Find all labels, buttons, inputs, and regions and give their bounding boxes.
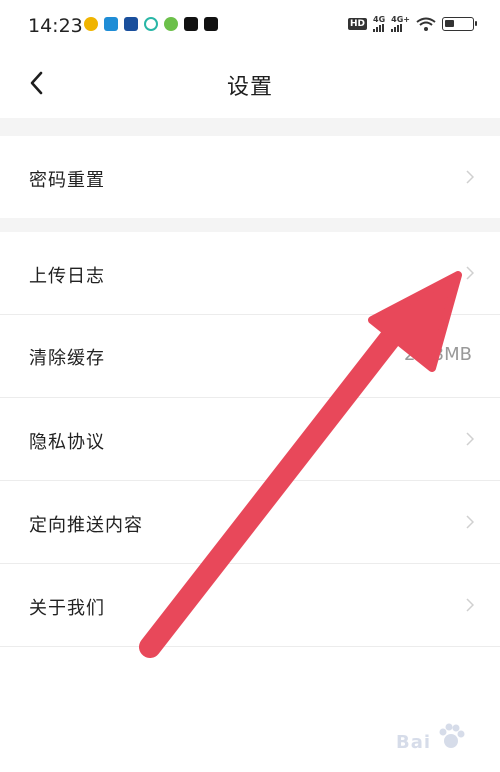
wifi-icon xyxy=(416,17,436,31)
page-title: 设置 xyxy=(226,75,273,100)
chevron-right-icon xyxy=(466,432,474,446)
settings-row-label: 关于我们 xyxy=(29,598,105,619)
chevron-right-icon xyxy=(466,170,474,184)
battery-icon xyxy=(442,17,477,31)
app-icon-blue xyxy=(104,17,118,31)
cache-size-value: 2.03MB xyxy=(404,344,472,365)
signal-4g-label: 4G xyxy=(373,15,386,24)
settings-row-about-us[interactable]: 关于我们 xyxy=(0,564,500,646)
settings-row-clear-cache[interactable]: 清除缓存 2.03MB xyxy=(0,315,500,397)
settings-row-targeted-push[interactable]: 定向推送内容 xyxy=(0,481,500,563)
page-header: 设置 xyxy=(0,52,500,118)
row-divider xyxy=(0,646,500,647)
signal-4gplus-label: 4G+ xyxy=(391,15,410,24)
tiktok-icon xyxy=(204,17,218,31)
baidu-watermark: Bai xyxy=(396,718,474,754)
game-icon xyxy=(164,17,178,31)
settings-row-upload-log[interactable]: 上传日志 xyxy=(0,232,500,314)
settings-row-privacy-policy[interactable]: 隐私协议 xyxy=(0,398,500,480)
section-separator xyxy=(0,218,500,232)
settings-row-label: 定向推送内容 xyxy=(29,515,143,536)
weibo-icon xyxy=(84,17,98,31)
status-time: 14:23 xyxy=(28,15,83,37)
settings-row-label: 隐私协议 xyxy=(29,432,105,453)
watermark-text: Bai xyxy=(396,732,432,753)
signal-4g: 4G xyxy=(373,16,385,32)
notification-icons xyxy=(84,17,218,31)
settings-row-password-reset[interactable]: 密码重置 xyxy=(0,136,500,218)
status-bar: 14:23 HD 4G 4G+ xyxy=(0,0,500,52)
signal-bars-icon xyxy=(391,24,403,32)
settings-row-label: 上传日志 xyxy=(29,266,105,287)
signal-4gplus: 4G+ xyxy=(391,16,410,32)
section-separator xyxy=(0,118,500,136)
settings-row-label: 密码重置 xyxy=(29,170,105,191)
battery-level xyxy=(445,20,454,27)
chevron-right-icon xyxy=(466,598,474,612)
capcut-icon xyxy=(184,17,198,31)
chevron-right-icon xyxy=(466,515,474,529)
settings-row-label: 清除缓存 xyxy=(29,348,105,369)
hd-badge: HD xyxy=(348,18,368,30)
signal-bars-icon xyxy=(373,24,385,32)
chevron-right-icon xyxy=(466,266,474,280)
chat-icon xyxy=(144,17,158,31)
baidu-paw-icon xyxy=(439,723,465,748)
app-icon-navy xyxy=(124,17,138,31)
status-indicators: HD 4G 4G+ xyxy=(348,16,477,32)
